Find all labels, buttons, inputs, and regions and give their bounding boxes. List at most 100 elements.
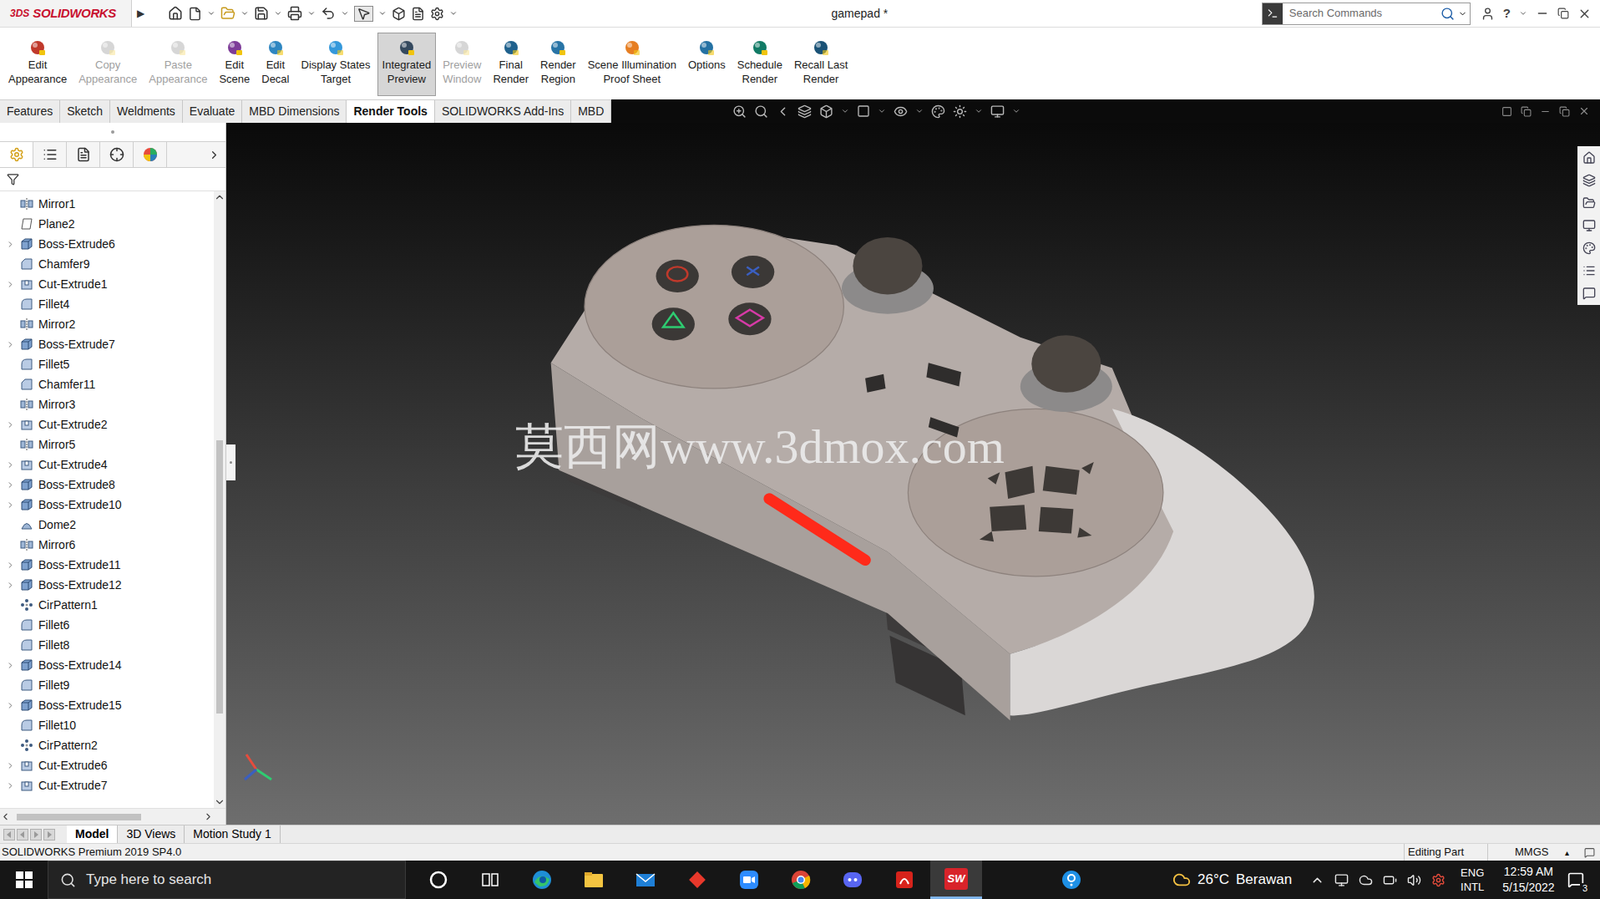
expand-icon[interactable] bbox=[5, 420, 16, 430]
ribbon-button[interactable]: PasteAppearance bbox=[143, 32, 213, 97]
ribbon-button[interactable]: Display StatesTarget bbox=[296, 32, 376, 97]
tree-item[interactable]: Boss-Extrude7 bbox=[0, 334, 214, 355]
graphics-viewport[interactable]: 莫西网www.3dmox.com bbox=[226, 122, 1600, 825]
status-icon[interactable] bbox=[1584, 846, 1595, 858]
doc-minimize-icon[interactable] bbox=[1539, 106, 1551, 117]
display-style-icon[interactable] bbox=[856, 104, 871, 118]
dropdown-icon[interactable] bbox=[1012, 106, 1021, 116]
expand-icon[interactable] bbox=[5, 460, 16, 470]
rebuild-icon[interactable] bbox=[391, 6, 406, 21]
tile-icon[interactable] bbox=[1501, 106, 1513, 117]
tree-item[interactable]: Cut-Extrude4 bbox=[0, 454, 214, 475]
dropdown-icon[interactable] bbox=[915, 106, 924, 116]
expand-icon[interactable] bbox=[5, 339, 16, 350]
command-tab[interactable]: Render Tools bbox=[346, 100, 435, 123]
dimxpert-icon[interactable] bbox=[109, 146, 125, 163]
view-orientation-icon[interactable] bbox=[819, 104, 834, 119]
command-tab[interactable]: Sketch bbox=[60, 100, 111, 123]
scroll-left-icon[interactable] bbox=[0, 810, 11, 822]
network-icon[interactable] bbox=[1334, 872, 1349, 887]
scroll-right-icon[interactable] bbox=[202, 810, 214, 822]
taskbar-app[interactable] bbox=[1045, 860, 1098, 899]
horizontal-scrollbar[interactable] bbox=[0, 807, 226, 825]
tab-nav-icon[interactable] bbox=[30, 828, 42, 841]
expand-icon[interactable] bbox=[5, 580, 16, 590]
ribbon-button[interactable]: Options bbox=[683, 32, 731, 97]
zoom-to-fit-icon[interactable] bbox=[732, 104, 747, 119]
ribbon-button[interactable]: ScheduleRender bbox=[732, 32, 788, 97]
tree-item[interactable]: Mirror3 bbox=[0, 394, 214, 415]
dropdown-icon[interactable] bbox=[449, 9, 458, 18]
units[interactable]: MMGS▴ bbox=[1487, 843, 1580, 861]
home-icon[interactable] bbox=[167, 5, 183, 21]
taskbar-app[interactable] bbox=[516, 860, 568, 899]
tab-nav-icon[interactable] bbox=[16, 828, 29, 841]
options-icon[interactable] bbox=[430, 6, 445, 21]
tree-item[interactable]: Chamfer11 bbox=[0, 374, 214, 395]
filter-icon[interactable] bbox=[6, 172, 20, 186]
tree-item[interactable]: Mirror6 bbox=[0, 534, 214, 555]
dropdown-icon[interactable] bbox=[1458, 9, 1468, 19]
help-button[interactable]: ? bbox=[1503, 4, 1511, 24]
tree-item[interactable]: Fillet8 bbox=[0, 634, 214, 655]
notification-center[interactable]: 3 bbox=[1563, 866, 1589, 892]
expand-icon[interactable] bbox=[5, 279, 16, 289]
tree-item[interactable]: Dome2 bbox=[0, 514, 214, 535]
restore-icon[interactable] bbox=[1557, 7, 1570, 20]
command-tab[interactable]: SOLIDWORKS Add-Ins bbox=[435, 100, 572, 123]
expand-icon[interactable] bbox=[5, 239, 16, 249]
tree-item[interactable]: Boss-Extrude8 bbox=[0, 474, 214, 495]
vertical-scrollbar[interactable] bbox=[213, 191, 226, 808]
taskbar-app[interactable] bbox=[878, 860, 931, 899]
scroll-down-icon[interactable] bbox=[213, 795, 226, 808]
taskbar-search[interactable]: Type here to search bbox=[47, 860, 406, 899]
display-manager-icon[interactable] bbox=[142, 146, 158, 163]
expand-icon[interactable] bbox=[5, 660, 16, 670]
tree-item[interactable]: Cut-Extrude6 bbox=[0, 754, 214, 775]
clock[interactable]: 12:59 AM5/15/2022 bbox=[1483, 863, 1555, 896]
tab-nav-icon[interactable] bbox=[43, 828, 56, 841]
expand-icon[interactable] bbox=[5, 700, 16, 710]
property-manager-icon[interactable] bbox=[42, 146, 58, 163]
taskbar-app[interactable]: SW bbox=[930, 860, 983, 899]
hscroll-thumb[interactable] bbox=[16, 813, 142, 821]
more-tabs-icon[interactable] bbox=[207, 148, 221, 162]
dropdown-icon[interactable] bbox=[877, 106, 887, 116]
dropdown-icon[interactable] bbox=[307, 9, 316, 18]
search-commands[interactable]: Search Commands bbox=[1261, 2, 1471, 26]
design-library-icon[interactable] bbox=[1582, 173, 1596, 188]
hide-show-icon[interactable] bbox=[893, 104, 908, 119]
start-button[interactable] bbox=[0, 860, 48, 899]
ribbon-button[interactable]: EditScene bbox=[213, 32, 255, 97]
expand-icon[interactable] bbox=[5, 560, 16, 570]
tree-item[interactable]: Boss-Extrude15 bbox=[0, 694, 214, 715]
weather[interactable]: 26°CBerawan bbox=[1097, 868, 1292, 891]
solidworks-resources-icon[interactable] bbox=[1582, 151, 1596, 165]
expand-icon[interactable] bbox=[5, 480, 16, 490]
tree-item[interactable]: Boss-Extrude11 bbox=[0, 554, 214, 575]
save-icon[interactable] bbox=[253, 5, 269, 21]
expand-icon[interactable] bbox=[5, 760, 16, 770]
tree-item[interactable]: Fillet9 bbox=[0, 674, 214, 695]
ribbon-button[interactable]: Scene IlluminationProof Sheet bbox=[582, 32, 682, 97]
minimize-icon[interactable] bbox=[1535, 6, 1550, 21]
onedrive-icon[interactable] bbox=[1358, 872, 1373, 887]
tree-item[interactable]: Boss-Extrude12 bbox=[0, 574, 214, 595]
tree-item[interactable]: Mirror5 bbox=[0, 434, 214, 455]
file-properties-icon[interactable] bbox=[410, 6, 426, 21]
dropdown-icon[interactable] bbox=[340, 9, 350, 18]
scene-icon[interactable] bbox=[952, 104, 968, 119]
ribbon-button[interactable]: FinalRender bbox=[487, 32, 534, 97]
dropdown-icon[interactable] bbox=[378, 9, 387, 18]
custom-properties-icon[interactable] bbox=[1582, 263, 1596, 278]
close-icon[interactable] bbox=[1577, 6, 1592, 21]
scroll-up-icon[interactable] bbox=[213, 191, 226, 203]
dropdown-icon[interactable] bbox=[273, 9, 283, 18]
ribbon-button[interactable]: RenderRegion bbox=[535, 32, 582, 97]
select-icon[interactable] bbox=[356, 6, 371, 21]
command-tab[interactable]: MBD Dimensions bbox=[242, 100, 347, 123]
ribbon-button[interactable]: CopyAppearance bbox=[73, 32, 142, 97]
volume-icon[interactable] bbox=[1407, 872, 1422, 887]
file-explorer-icon[interactable] bbox=[1582, 196, 1596, 210]
expand-icon[interactable] bbox=[5, 780, 16, 790]
